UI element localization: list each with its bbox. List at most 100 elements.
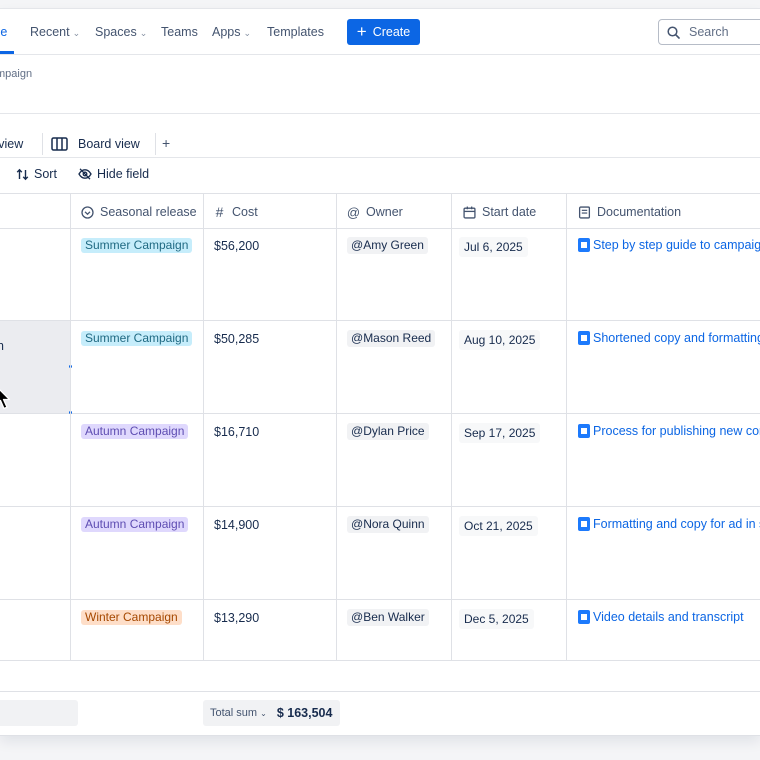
sort-button[interactable]: Sort bbox=[16, 167, 57, 181]
search-input[interactable]: Search bbox=[658, 19, 760, 45]
eye-off-icon bbox=[78, 168, 92, 180]
column-header-start-date[interactable]: Start date bbox=[463, 205, 536, 219]
mouse-cursor-icon bbox=[0, 389, 11, 410]
nav-apps-label: Apps bbox=[212, 25, 241, 39]
documentation-link[interactable]: Formatting and copy for ad in s bbox=[578, 517, 760, 531]
owner-mention[interactable]: @Ben Walker bbox=[347, 609, 429, 626]
seasonal-release-lozenge[interactable]: Winter Campaign bbox=[81, 610, 182, 625]
seasonal-release-lozenge[interactable]: Autumn Campaign bbox=[81, 424, 189, 439]
documentation-link[interactable]: Step by step guide to campaig... bbox=[578, 238, 760, 252]
chevron-down-icon: ⌄ bbox=[72, 28, 81, 38]
sort-icon bbox=[16, 168, 29, 180]
tab-table-view[interactable]: l view bbox=[0, 137, 23, 151]
start-date-cell[interactable]: Oct 21, 2025 bbox=[459, 516, 538, 536]
column-header-cost[interactable]: # Cost bbox=[213, 204, 258, 220]
nav-home[interactable]: me bbox=[0, 25, 7, 39]
name-cell-text: n bbox=[0, 339, 4, 353]
nav-home-active-indicator bbox=[0, 51, 14, 54]
owner-mention[interactable]: @Mason Reed bbox=[347, 330, 436, 347]
column-divider bbox=[203, 193, 204, 660]
at-icon: @ bbox=[351, 238, 364, 252]
cost-cell: $56,200 bbox=[214, 239, 260, 253]
status-icon bbox=[81, 205, 94, 219]
start-date-cell[interactable]: Aug 10, 2025 bbox=[459, 330, 541, 350]
start-date-cell[interactable]: Jul 6, 2025 bbox=[459, 237, 528, 257]
create-button[interactable]: + Create bbox=[347, 19, 420, 45]
owner-name: Nora Quinn bbox=[363, 517, 425, 531]
hide-field-label: Hide field bbox=[97, 167, 150, 181]
at-icon: @ bbox=[351, 610, 364, 624]
documentation-link-text: Process for publishing new con bbox=[593, 424, 760, 438]
nav-templates[interactable]: Templates bbox=[267, 25, 324, 39]
total-sum-value: $ 163,504 bbox=[276, 706, 333, 720]
tab-board-view[interactable]: Board view bbox=[51, 137, 140, 151]
divider bbox=[42, 133, 43, 155]
total-sum-cell[interactable]: Total sum ⌄ $ 163,504 bbox=[203, 700, 340, 726]
at-icon: @ bbox=[351, 424, 364, 438]
grid-line bbox=[0, 413, 760, 414]
calendar-icon bbox=[463, 206, 476, 219]
doc-field-icon bbox=[578, 205, 591, 219]
column-divider bbox=[566, 193, 567, 660]
documentation-link[interactable]: Shortened copy and formatting bbox=[578, 331, 760, 345]
grid-line bbox=[0, 506, 760, 507]
column-divider bbox=[451, 193, 452, 660]
owner-name: Ben Walker bbox=[363, 610, 425, 624]
documentation-link[interactable]: Video details and transcript bbox=[578, 610, 744, 624]
breadcrumb[interactable]: mpaign bbox=[0, 68, 32, 80]
nav-teams-label: Teams bbox=[161, 25, 198, 39]
total-sum-dropdown[interactable]: Total sum ⌄ bbox=[210, 707, 267, 719]
create-button-label: Create bbox=[372, 25, 411, 39]
grid-line bbox=[0, 193, 760, 194]
sort-label: Sort bbox=[34, 167, 57, 181]
column-divider bbox=[70, 193, 71, 660]
at-icon: @ bbox=[351, 517, 364, 531]
owner-mention[interactable]: @Dylan Price bbox=[347, 423, 429, 440]
nav-apps[interactable]: Apps ⌄ bbox=[212, 25, 251, 39]
nav-recent-label: Recent bbox=[30, 25, 70, 39]
plus-icon: + bbox=[356, 22, 367, 41]
divider bbox=[0, 157, 760, 158]
seasonal-release-lozenge[interactable]: Summer Campaign bbox=[81, 331, 193, 346]
search-icon bbox=[667, 25, 680, 39]
column-header-label: Start date bbox=[482, 205, 537, 219]
seasonal-release-lozenge[interactable]: Summer Campaign bbox=[81, 238, 193, 253]
cost-cell: $14,900 bbox=[214, 518, 260, 532]
start-date-cell[interactable]: Sep 17, 2025 bbox=[459, 423, 541, 443]
nav-templates-label: Templates bbox=[267, 25, 324, 39]
divider bbox=[0, 113, 760, 114]
tab-table-view-label: l view bbox=[0, 137, 24, 151]
chevron-down-icon: ⌄ bbox=[260, 709, 267, 718]
column-header-documentation[interactable]: Documentation bbox=[578, 205, 681, 219]
page-icon bbox=[578, 517, 590, 531]
column-header-seasonal-release[interactable]: Seasonal release bbox=[81, 205, 197, 219]
nav-teams[interactable]: Teams bbox=[161, 25, 198, 39]
column-header-label: Seasonal release bbox=[100, 205, 197, 219]
documentation-link-text: Step by step guide to campaig... bbox=[593, 238, 760, 252]
top-nav: me Recent⌄ Spaces⌄ Teams Apps⌄ Templates… bbox=[0, 9, 760, 55]
nav-recent[interactable]: Recent ⌄ bbox=[30, 25, 80, 39]
column-header-owner[interactable]: @ Owner bbox=[347, 205, 403, 220]
page-icon bbox=[578, 238, 590, 252]
owner-mention[interactable]: @Nora Quinn bbox=[347, 516, 429, 533]
owner-mention[interactable]: @Amy Green bbox=[347, 237, 428, 254]
total-sum-label: Total sum bbox=[210, 707, 258, 719]
start-date-cell[interactable]: Dec 5, 2025 bbox=[459, 609, 534, 629]
documentation-link-text: Video details and transcript bbox=[593, 610, 744, 624]
at-icon: @ bbox=[351, 331, 364, 345]
seasonal-release-lozenge[interactable]: Autumn Campaign bbox=[81, 517, 189, 532]
nav-spaces[interactable]: Spaces ⌄ bbox=[95, 25, 147, 39]
owner-name: Amy Green bbox=[363, 238, 424, 252]
cost-cell: $50,285 bbox=[214, 332, 260, 346]
grid-line bbox=[0, 660, 760, 661]
page-icon bbox=[578, 331, 590, 345]
documentation-link[interactable]: Process for publishing new con bbox=[578, 424, 760, 438]
column-divider bbox=[336, 193, 337, 660]
hide-field-button[interactable]: Hide field bbox=[78, 167, 149, 181]
nav-spaces-label: Spaces bbox=[95, 25, 137, 39]
app-window: me Recent⌄ Spaces⌄ Teams Apps⌄ Templates… bbox=[0, 8, 760, 736]
column-header-label: Owner bbox=[366, 205, 403, 219]
page-icon bbox=[578, 424, 590, 438]
footer-summary-cell[interactable] bbox=[0, 700, 78, 726]
add-view-button[interactable]: + bbox=[162, 135, 170, 151]
